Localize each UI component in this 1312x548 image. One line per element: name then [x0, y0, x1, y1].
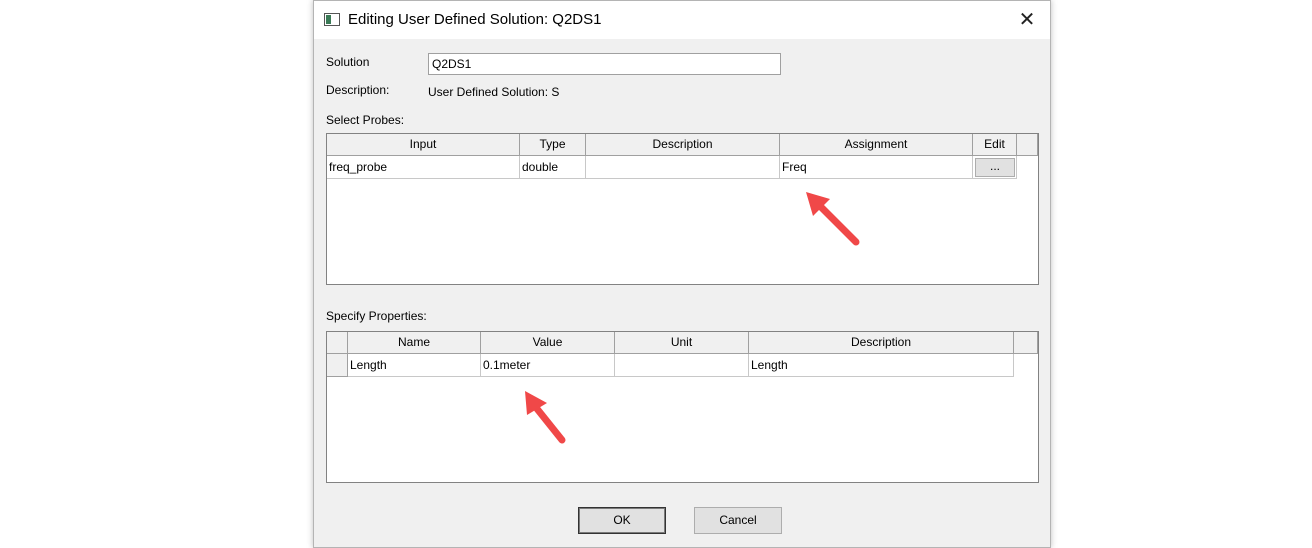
probe-edit-button[interactable]: ... — [975, 158, 1015, 177]
arrow-shape — [525, 391, 566, 444]
properties-grid[interactable]: Name Value Unit Description Length 0.1me… — [326, 331, 1039, 483]
probe-edit-cell: ... — [973, 156, 1017, 179]
window-icon — [324, 13, 340, 26]
column-header-type[interactable]: Type — [520, 134, 586, 156]
column-header-filler — [1014, 332, 1038, 354]
column-header-value[interactable]: Value — [481, 332, 615, 354]
solution-label: Solution — [326, 55, 370, 69]
arrow-shaft — [814, 200, 860, 246]
column-header-assignment[interactable]: Assignment — [780, 134, 973, 156]
property-name-cell[interactable]: Length — [348, 354, 481, 377]
column-header-edit[interactable]: Edit — [973, 134, 1017, 156]
column-header-unit[interactable]: Unit — [615, 332, 749, 354]
annotation-arrow-value — [525, 391, 566, 444]
specify-properties-label: Specify Properties: — [326, 309, 427, 323]
dialog-title: Editing User Defined Solution: Q2DS1 — [348, 11, 602, 28]
probes-grid[interactable]: Input Type Description Assignment Edit f… — [326, 133, 1039, 285]
ok-button[interactable]: OK — [578, 507, 666, 534]
arrow-shape — [806, 192, 860, 246]
solution-input[interactable] — [428, 53, 781, 75]
probe-input-cell[interactable]: freq_probe — [327, 156, 520, 179]
row-header-corner — [327, 332, 348, 354]
column-header-filler — [1017, 134, 1038, 156]
column-header-description[interactable]: Description — [586, 134, 780, 156]
column-header-name[interactable]: Name — [348, 332, 481, 354]
description-label: Description: — [326, 83, 390, 97]
cancel-button[interactable]: Cancel — [694, 507, 782, 534]
property-unit-cell[interactable] — [615, 354, 749, 377]
title-bar: Editing User Defined Solution: Q2DS1 ✕ — [314, 1, 1050, 39]
probe-assignment-cell[interactable]: Freq — [780, 156, 973, 179]
column-header-prop-description[interactable]: Description — [749, 332, 1014, 354]
select-probes-label: Select Probes: — [326, 113, 405, 127]
edit-solution-dialog: Editing User Defined Solution: Q2DS1 ✕ S… — [313, 0, 1051, 548]
arrow-shaft — [530, 401, 566, 444]
description-value: User Defined Solution: S — [428, 85, 560, 99]
column-header-input[interactable]: Input — [327, 134, 520, 156]
probe-description-cell[interactable] — [586, 156, 780, 179]
close-icon[interactable]: ✕ — [1004, 5, 1050, 35]
property-value-cell[interactable]: 0.1meter — [481, 354, 615, 377]
row-header[interactable] — [327, 354, 348, 377]
probe-type-cell[interactable]: double — [520, 156, 586, 179]
annotation-arrow-assignment — [806, 192, 860, 246]
property-description-cell[interactable]: Length — [749, 354, 1014, 377]
